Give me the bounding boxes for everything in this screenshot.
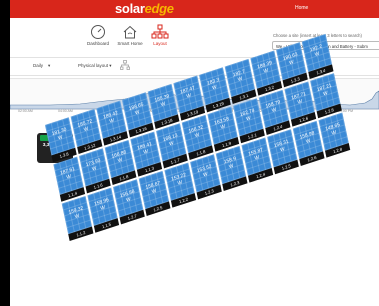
- layout-icon: [151, 24, 169, 39]
- period-select[interactable]: Daily ▾: [33, 63, 50, 69]
- panel-array: 181.30 W 1.3.8 185.72 W 1.3.12 186.42 W 1.3.14 18…: [45, 33, 351, 242]
- tree-icon: [120, 60, 130, 70]
- time-tick: 02:00 AM: [18, 109, 33, 113]
- app-window: solaredge Home Dashboard Smart Home Layo…: [10, 0, 379, 306]
- layout-tree-button[interactable]: [120, 60, 130, 71]
- nav-smart-home-label: Smart Home: [117, 41, 143, 46]
- top-bar: solaredge Home: [10, 0, 379, 18]
- nav-layout-label: Layout: [153, 41, 167, 46]
- nav-dashboard[interactable]: Dashboard: [83, 24, 113, 46]
- home-link[interactable]: Home: [295, 5, 308, 11]
- nav-smart-home[interactable]: Smart Home: [115, 24, 145, 46]
- nav-dashboard-label: Dashboard: [86, 41, 109, 46]
- smart-home-icon: [123, 25, 137, 39]
- time-tick: 04:00 AM: [58, 109, 73, 113]
- layout-view-select[interactable]: Physical layout ▾: [78, 63, 112, 69]
- nav-layout[interactable]: Layout: [145, 24, 175, 46]
- dashboard-icon: [91, 25, 105, 39]
- solar-panel[interactable]: 148.65 W 1.2.8: [318, 112, 351, 158]
- solaredge-logo[interactable]: solaredge: [115, 1, 174, 16]
